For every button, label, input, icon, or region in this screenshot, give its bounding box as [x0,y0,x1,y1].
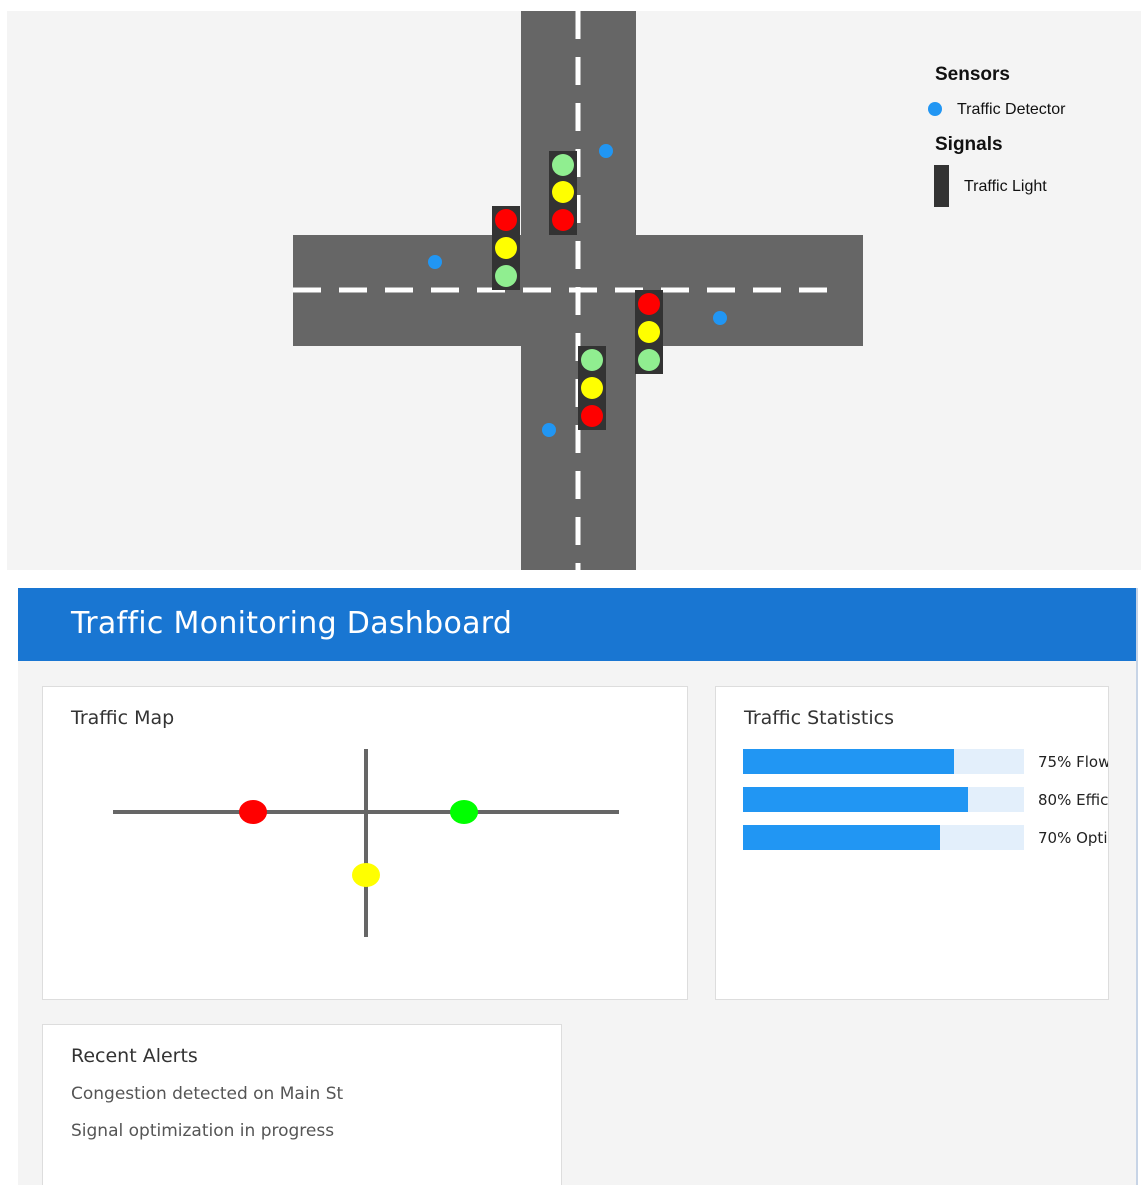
red-lamp [638,293,660,315]
alert-item: Signal optimization in progress [71,1121,335,1141]
legend-sensor-label: Traffic Detector [957,101,1066,118]
yellow-lamp [552,181,574,203]
red-lamp [581,405,603,427]
stat-bar-label: 80% Efficiency [1038,791,1109,809]
green-lamp [581,349,603,371]
dashboard-header: Traffic Monitoring Dashboard [18,588,1136,661]
yellow-lamp [638,321,660,343]
map-signal-green [450,800,478,824]
map-signal-yellow [352,863,380,887]
traffic-light-north [549,151,577,235]
stat-bar-track [743,749,1024,774]
recent-alerts-card: Recent Alerts Congestion detected on Mai… [42,1024,562,1185]
traffic-light-legend-icon [934,165,949,207]
traffic-detector-west [428,255,442,269]
stat-bar-track [743,787,1024,812]
stat-bar-fill [743,787,968,812]
traffic-statistics-title: Traffic Statistics [744,707,894,729]
green-lamp [495,265,517,287]
yellow-lamp [495,237,517,259]
traffic-map-card: Traffic Map [42,686,688,1000]
red-lamp [495,209,517,231]
traffic-light-south [578,346,606,430]
legend-signal-label: Traffic Light [964,178,1047,195]
sensor-legend-icon [928,102,942,116]
traffic-light-west [492,206,520,290]
stat-bar-fill [743,749,954,774]
stat-bar-label: 75% Flow Rate [1038,753,1109,771]
yellow-lamp [581,377,603,399]
legend-sensors-heading: Sensors [935,64,1010,85]
intersection-map [293,11,863,570]
map-signal-red [239,800,267,824]
stat-bar-label: 70% Optimization [1038,829,1108,847]
traffic-map-diagram [113,749,619,937]
dashboard: Traffic Monitoring Dashboard Traffic Map… [18,588,1138,1185]
green-lamp [552,154,574,176]
intersection-view: Sensors Traffic Detector Signals Traffic… [7,11,1141,570]
traffic-detector-east [713,311,727,325]
stat-bar-track [743,825,1024,850]
legend-signals-heading: Signals [935,134,1003,155]
green-lamp [638,349,660,371]
traffic-light-east [635,290,663,374]
recent-alerts-title: Recent Alerts [71,1045,198,1067]
traffic-detector-south [542,423,556,437]
traffic-detector-north [599,144,613,158]
stat-bar-fill [743,825,940,850]
traffic-statistics-card: Traffic Statistics 75% Flow Rate 80% Eff… [715,686,1109,1000]
alert-item: Congestion detected on Main St [71,1084,344,1104]
dashboard-title: Traffic Monitoring Dashboard [71,606,513,641]
red-lamp [552,209,574,231]
